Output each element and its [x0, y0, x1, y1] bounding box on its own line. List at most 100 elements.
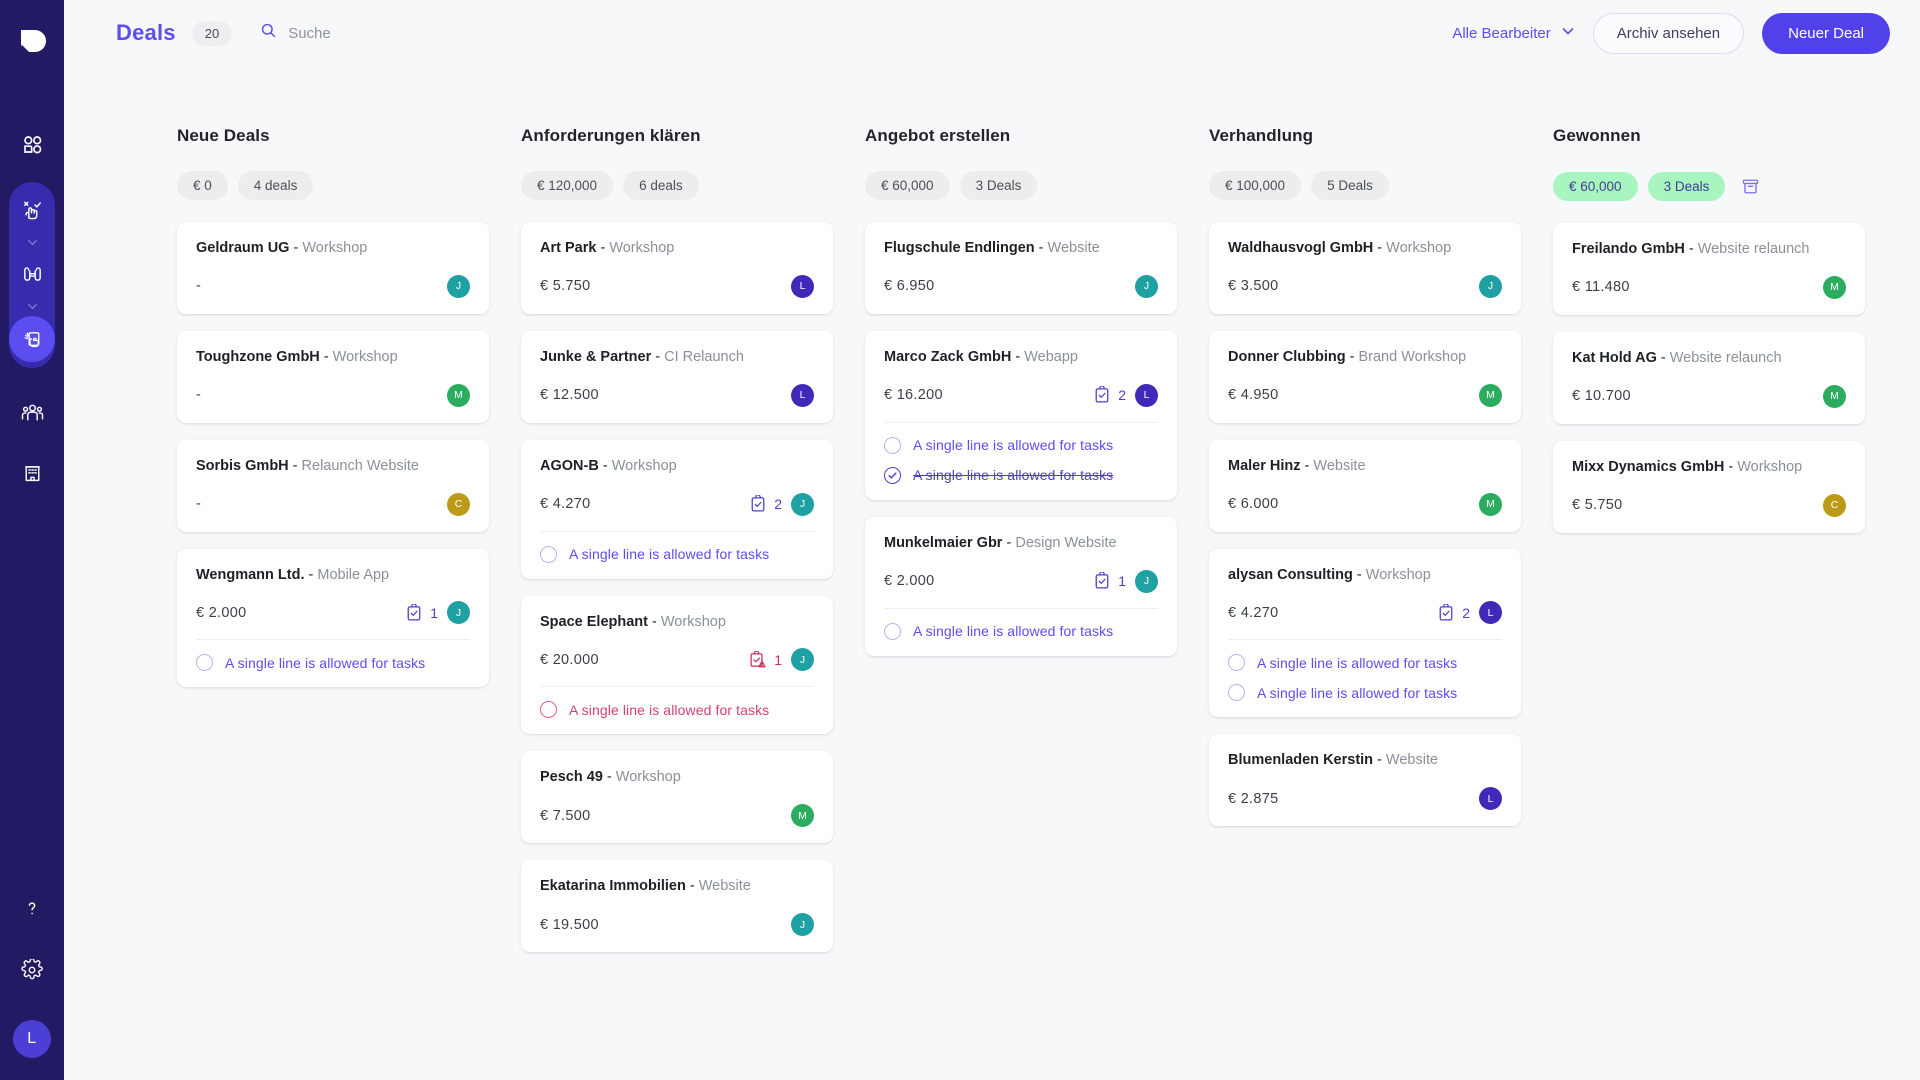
deal-amount: € 6.000	[1228, 496, 1279, 513]
avatar[interactable]: M	[1479, 492, 1502, 516]
deal-card[interactable]: AGON-B - Workshop € 4.270 2 J A single line …	[521, 439, 833, 579]
deal-card[interactable]: Mixx Dynamics GmbH - Workshop € 5.750 C	[1553, 440, 1865, 533]
task-count: 2	[1462, 604, 1470, 621]
avatar[interactable]: M	[447, 383, 470, 407]
avatar[interactable]: L	[791, 383, 814, 407]
task-checkbox-icon[interactable]	[884, 436, 901, 454]
avatar[interactable]: L	[1479, 787, 1502, 811]
sidebar-item-deals[interactable]	[9, 316, 55, 362]
sidebar-item-contacts[interactable]	[10, 390, 54, 434]
task-checkbox-icon[interactable]	[884, 622, 901, 640]
deal-card[interactable]: Geldraum UG - Workshop - J	[177, 222, 489, 314]
deal-company: AGON-B	[540, 457, 599, 474]
deal-card[interactable]: Art Park - Workshop € 5.750 L	[521, 222, 833, 314]
deal-type: Website relaunch	[1697, 241, 1810, 257]
task-item[interactable]: A single line is allowed for tasks	[540, 701, 814, 719]
task-item[interactable]: A single line is allowed for tasks	[884, 466, 1158, 484]
view-archive-button[interactable]: Archiv ansehen	[1592, 12, 1745, 54]
deal-card-title: Toughzone GmbH - Workshop	[196, 348, 398, 365]
avatar[interactable]: J	[447, 601, 470, 625]
deal-logo[interactable]	[17, 26, 47, 56]
avatar[interactable]: M	[1823, 275, 1846, 299]
deal-card[interactable]: Sorbis GmbH - Relaunch Website - C	[177, 439, 489, 532]
deal-card[interactable]: Junke & Partner - CI Relaunch € 12.500 L	[521, 330, 833, 423]
avatar[interactable]: L	[1479, 601, 1502, 625]
deal-card[interactable]: alysan Consulting - Workshop € 4.270 2 L A s…	[1209, 548, 1521, 718]
avatar[interactable]: L	[791, 274, 814, 298]
sidebar-item-leads[interactable]	[10, 188, 54, 232]
task-item[interactable]: A single line is allowed for tasks	[884, 436, 1158, 454]
deal-type: Workshop	[1737, 458, 1803, 475]
deal-card[interactable]: Maler Hinz - Website € 6.000 M	[1209, 439, 1521, 532]
sidebar-caret-2[interactable]	[26, 296, 39, 316]
sidebar-caret-1[interactable]	[26, 232, 39, 252]
deal-type: Workshop	[332, 348, 398, 365]
gear-icon[interactable]	[10, 948, 54, 992]
avatar[interactable]: J	[1135, 569, 1158, 593]
task-item[interactable]: A single line is allowed for tasks	[1228, 654, 1502, 672]
task-checkbox-icon[interactable]	[1228, 654, 1245, 672]
deal-card[interactable]: Munkelmaier Gbr - Design Website € 2.000 1…	[865, 516, 1177, 656]
task-checked-icon[interactable]	[884, 466, 901, 484]
deal-card[interactable]: Toughzone GmbH - Workshop - M	[177, 330, 489, 423]
column-deals-badge: 6 deals	[623, 171, 699, 200]
task-text: A single line is allowed for tasks	[913, 467, 1114, 484]
task-clipboard-icon[interactable]: 1	[1093, 572, 1126, 590]
sidebar-item-companies[interactable]	[10, 450, 54, 494]
column-amount-badge: € 60,000	[865, 171, 950, 200]
search-input[interactable]	[288, 24, 509, 42]
deal-type: Workshop	[609, 240, 675, 256]
avatar[interactable]: L	[1135, 383, 1158, 407]
sidebar-item-prospecting[interactable]	[10, 252, 54, 296]
avatar[interactable]: M	[791, 804, 814, 828]
deal-card[interactable]: Flugschule Endlingen - Website € 6.950 J	[865, 222, 1177, 314]
search-box[interactable]	[260, 22, 509, 44]
column-amount-badge: € 100,000	[1209, 171, 1302, 200]
avatar[interactable]: J	[791, 913, 814, 937]
deal-card-row: € 10.700 M	[1572, 384, 1846, 408]
task-clipboard-icon[interactable]: 2	[1437, 603, 1470, 622]
deal-type: CI Relaunch	[664, 348, 744, 365]
new-deal-button[interactable]: Neuer Deal	[1762, 12, 1890, 54]
task-clipboard-icon[interactable]: 2	[1093, 386, 1126, 404]
archive-box-icon[interactable]	[1735, 171, 1765, 201]
task-item[interactable]: A single line is allowed for tasks	[1228, 684, 1502, 702]
avatar[interactable]: C	[447, 492, 470, 516]
task-clipboard-icon[interactable]: 1	[405, 603, 438, 622]
deal-company: alysan Consulting	[1228, 566, 1353, 583]
avatar[interactable]: M	[1479, 383, 1502, 407]
deal-card-title: Pesch 49 - Workshop	[540, 769, 681, 786]
deal-card[interactable]: Blumenladen Kerstin - Website € 2.875 L	[1209, 734, 1521, 827]
sidebar-item-dashboard[interactable]	[10, 122, 54, 166]
deal-card[interactable]: Waldhausvogl GmbH - Workshop € 3.500 J	[1209, 222, 1521, 314]
task-checkbox-icon[interactable]	[540, 701, 557, 719]
deal-card[interactable]: Pesch 49 - Workshop € 7.500 M	[521, 751, 833, 844]
sidebar-user-avatar[interactable]: L	[13, 1020, 51, 1058]
task-count: 1	[1118, 573, 1126, 590]
task-item[interactable]: A single line is allowed for tasks	[196, 654, 470, 672]
avatar[interactable]: J	[1135, 274, 1158, 298]
deal-card[interactable]: Wengmann Ltd. - Mobile App € 2.000 1 J A sin…	[177, 548, 489, 688]
task-checkbox-icon[interactable]	[540, 545, 557, 563]
deal-card[interactable]: Kat Hold AG - Website relaunch € 10.700 M	[1553, 331, 1865, 424]
deal-card[interactable]: Marco Zack GmbH - Webapp € 16.200 2 L A sing…	[865, 330, 1177, 500]
avatar[interactable]: C	[1823, 493, 1846, 517]
help-question-icon[interactable]	[10, 886, 54, 930]
task-clipboard-icon[interactable]: 2	[749, 495, 782, 513]
task-checkbox-icon[interactable]	[1228, 684, 1245, 702]
filter-assignee-select[interactable]: Alle Bearbeiter	[1452, 24, 1574, 42]
avatar[interactable]: J	[447, 274, 470, 298]
avatar[interactable]: J	[791, 648, 814, 672]
deal-card[interactable]: Ekatarina Immobilien - Website € 19.500 J	[521, 860, 833, 953]
deal-card[interactable]: Space Elephant - Workshop € 20.000 1 J A sin…	[521, 595, 833, 735]
task-item[interactable]: A single line is allowed for tasks	[884, 622, 1158, 640]
deal-card[interactable]: Freilando GmbH - Website relaunch € 11.48…	[1553, 223, 1865, 315]
avatar[interactable]: J	[1479, 274, 1502, 298]
task-warning-icon[interactable]: 1	[749, 650, 782, 669]
deal-company: Pesch 49	[540, 769, 603, 786]
avatar[interactable]: M	[1823, 384, 1846, 408]
deal-card[interactable]: Donner Clubbing - Brand Workshop € 4.950 M	[1209, 330, 1521, 423]
task-item[interactable]: A single line is allowed for tasks	[540, 545, 814, 563]
avatar[interactable]: J	[791, 492, 814, 516]
task-checkbox-icon[interactable]	[196, 654, 213, 672]
